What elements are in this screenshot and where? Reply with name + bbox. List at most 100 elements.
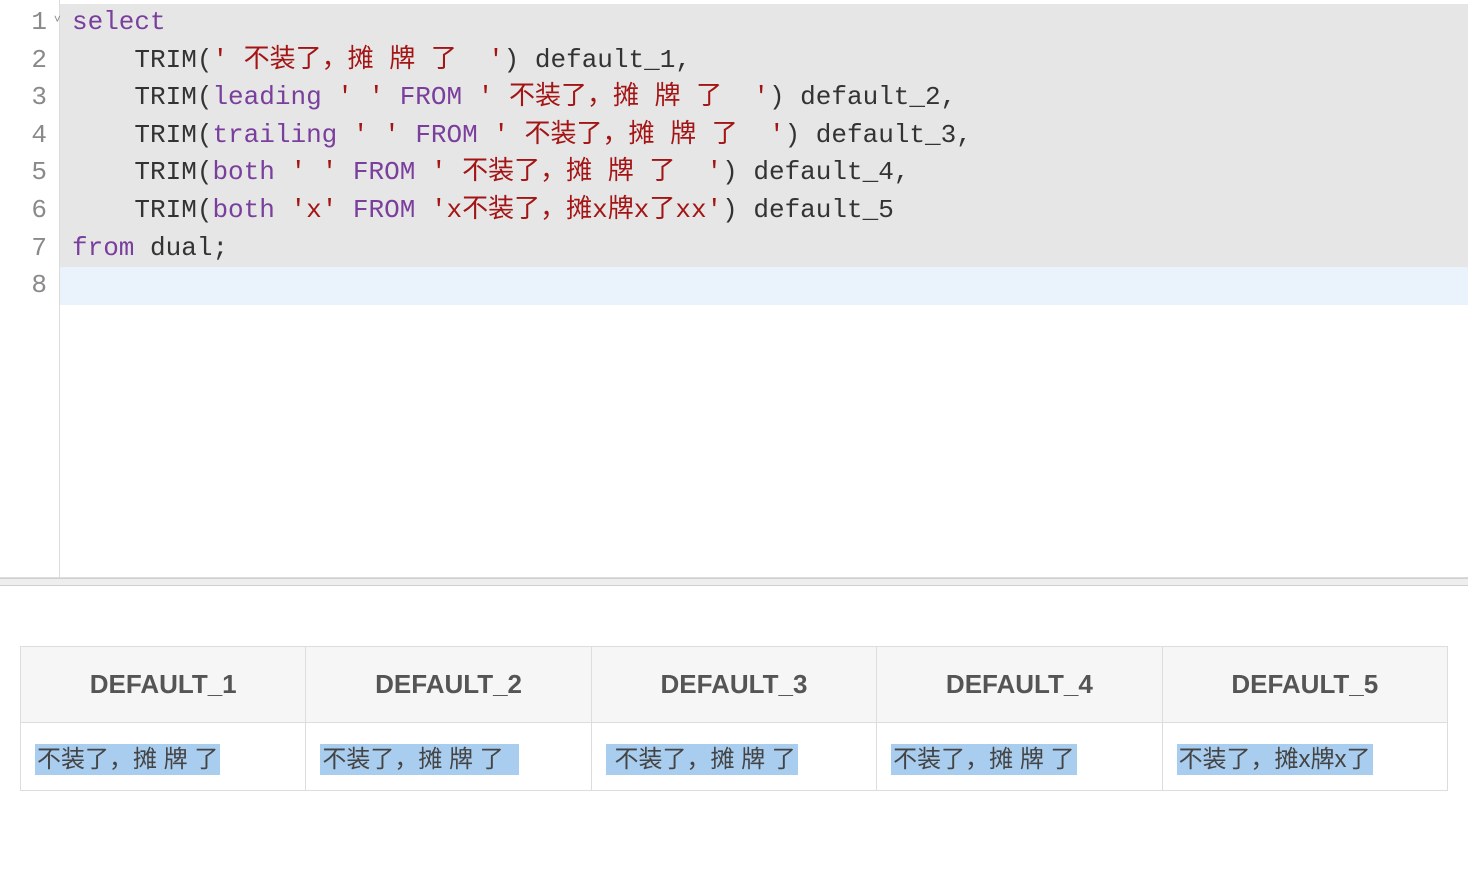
code-line[interactable]: TRIM(' 不装了，摊 牌 了 ') default_1, bbox=[60, 42, 1468, 80]
code-line[interactable]: TRIM(leading ' ' FROM ' 不装了，摊 牌 了 ') def… bbox=[60, 79, 1468, 117]
code-token: ' 不装了，摊 牌 了 ' bbox=[431, 157, 722, 187]
results-cell[interactable]: 不装了，摊 牌 了 bbox=[306, 723, 591, 791]
code-line[interactable] bbox=[60, 267, 1468, 305]
results-column-header[interactable]: DEFAULT_3 bbox=[591, 647, 876, 723]
code-token: ' 不装了，摊 牌 了 ' bbox=[493, 120, 784, 150]
code-token: FROM bbox=[353, 195, 415, 225]
code-token bbox=[134, 233, 150, 263]
pane-splitter[interactable] bbox=[0, 578, 1468, 586]
code-token: , bbox=[894, 157, 910, 187]
code-token: default_4 bbox=[753, 157, 893, 187]
code-token bbox=[72, 45, 134, 75]
code-token bbox=[275, 157, 291, 187]
results-column-header[interactable]: DEFAULT_4 bbox=[877, 647, 1162, 723]
cell-selection: 不装了，摊 牌 了 bbox=[891, 744, 1076, 775]
code-token: ( bbox=[197, 82, 213, 112]
results-table[interactable]: DEFAULT_1DEFAULT_2DEFAULT_3DEFAULT_4DEFA… bbox=[20, 646, 1448, 791]
code-line[interactable]: from dual; bbox=[60, 230, 1468, 268]
gutter-line-number: 2 bbox=[0, 42, 59, 80]
code-token bbox=[384, 82, 400, 112]
code-token: TRIM bbox=[134, 120, 196, 150]
code-token: TRIM bbox=[134, 82, 196, 112]
code-token: default_2 bbox=[800, 82, 940, 112]
code-token: default_5 bbox=[753, 195, 893, 225]
code-token: leading bbox=[212, 82, 321, 112]
code-token: , bbox=[956, 120, 972, 150]
code-token: 'x' bbox=[290, 195, 337, 225]
code-token bbox=[275, 195, 291, 225]
code-token: ' ' bbox=[290, 157, 337, 187]
code-token bbox=[337, 157, 353, 187]
results-column-header[interactable]: DEFAULT_2 bbox=[306, 647, 591, 723]
gutter-line-number: 4 bbox=[0, 117, 59, 155]
code-token: FROM bbox=[415, 120, 477, 150]
editor-gutter: 1˅2345678 bbox=[0, 0, 60, 577]
code-token: , bbox=[675, 45, 691, 75]
table-row[interactable]: 不装了，摊 牌 了 不装了，摊 牌 了 不装了，摊 牌 了 不装了，摊 牌 了 不装了… bbox=[21, 723, 1448, 791]
code-line[interactable]: TRIM(trailing ' ' FROM ' 不装了，摊 牌 了 ') de… bbox=[60, 117, 1468, 155]
gutter-line-number: 5 bbox=[0, 154, 59, 192]
results-header-row: DEFAULT_1DEFAULT_2DEFAULT_3DEFAULT_4DEFA… bbox=[21, 647, 1448, 723]
code-token: ) bbox=[769, 82, 800, 112]
code-token: ( bbox=[197, 195, 213, 225]
results-column-header[interactable]: DEFAULT_1 bbox=[21, 647, 306, 723]
code-token bbox=[462, 82, 478, 112]
code-token: both bbox=[212, 195, 274, 225]
cell-selection: 不装了，摊 牌 了 bbox=[606, 744, 798, 775]
cell-selection: 不装了，摊 牌 了 bbox=[35, 744, 220, 775]
code-line[interactable]: TRIM(both 'x' FROM 'x不装了，摊x牌x了xx') defau… bbox=[60, 192, 1468, 230]
code-token bbox=[478, 120, 494, 150]
code-token: ' ' bbox=[353, 120, 400, 150]
gutter-line-number: 7 bbox=[0, 230, 59, 268]
gutter-line-number: 1˅ bbox=[0, 4, 59, 42]
results-cell[interactable]: 不装了，摊 牌 了 bbox=[21, 723, 306, 791]
code-token: ) bbox=[504, 45, 535, 75]
code-token: FROM bbox=[400, 82, 462, 112]
sql-editor[interactable]: 1˅2345678 select TRIM(' 不装了，摊 牌 了 ') def… bbox=[0, 0, 1468, 578]
code-token bbox=[72, 195, 134, 225]
gutter-line-number: 8 bbox=[0, 267, 59, 305]
gutter-line-number: 6 bbox=[0, 192, 59, 230]
code-token: 'x不装了，摊x牌x了xx' bbox=[431, 195, 722, 225]
code-token: , bbox=[941, 82, 957, 112]
code-token bbox=[322, 82, 338, 112]
code-token: select bbox=[72, 7, 166, 37]
code-token: trailing bbox=[212, 120, 337, 150]
cell-selection: 不装了，摊x牌x了 bbox=[1177, 744, 1373, 775]
code-token bbox=[415, 195, 431, 225]
cell-selection: 不装了，摊 牌 了 bbox=[320, 744, 519, 775]
code-token: TRIM bbox=[134, 195, 196, 225]
results-cell[interactable]: 不装了，摊 牌 了 bbox=[877, 723, 1162, 791]
code-token: ' 不装了，摊 牌 了 ' bbox=[212, 45, 503, 75]
code-token: ' ' bbox=[337, 82, 384, 112]
code-token: ) bbox=[785, 120, 816, 150]
gutter-line-number: 3 bbox=[0, 79, 59, 117]
code-token bbox=[72, 120, 134, 150]
code-line[interactable]: TRIM(both ' ' FROM ' 不装了，摊 牌 了 ') defaul… bbox=[60, 154, 1468, 192]
code-token: TRIM bbox=[134, 157, 196, 187]
results-column-header[interactable]: DEFAULT_5 bbox=[1162, 647, 1447, 723]
code-token: ( bbox=[197, 120, 213, 150]
code-token: ( bbox=[197, 45, 213, 75]
editor-code-area[interactable]: select TRIM(' 不装了，摊 牌 了 ') default_1, TR… bbox=[60, 0, 1468, 577]
code-token: default_3 bbox=[816, 120, 956, 150]
code-token: dual bbox=[150, 233, 212, 263]
code-token: both bbox=[212, 157, 274, 187]
code-token bbox=[337, 195, 353, 225]
results-panel: DEFAULT_1DEFAULT_2DEFAULT_3DEFAULT_4DEFA… bbox=[0, 586, 1468, 811]
code-token: ; bbox=[212, 233, 228, 263]
code-token: default_1 bbox=[535, 45, 675, 75]
code-token bbox=[72, 82, 134, 112]
code-line[interactable]: select bbox=[60, 4, 1468, 42]
code-token bbox=[415, 157, 431, 187]
code-token bbox=[337, 120, 353, 150]
code-token bbox=[72, 157, 134, 187]
results-cell[interactable]: 不装了，摊 牌 了 bbox=[591, 723, 876, 791]
results-cell[interactable]: 不装了，摊x牌x了 bbox=[1162, 723, 1447, 791]
code-token: ( bbox=[197, 157, 213, 187]
code-token: from bbox=[72, 233, 134, 263]
code-token: ) bbox=[722, 195, 753, 225]
code-token: ' 不装了，摊 牌 了 ' bbox=[478, 82, 769, 112]
code-token: TRIM bbox=[134, 45, 196, 75]
results-body: 不装了，摊 牌 了 不装了，摊 牌 了 不装了，摊 牌 了 不装了，摊 牌 了 不装了… bbox=[21, 723, 1448, 791]
